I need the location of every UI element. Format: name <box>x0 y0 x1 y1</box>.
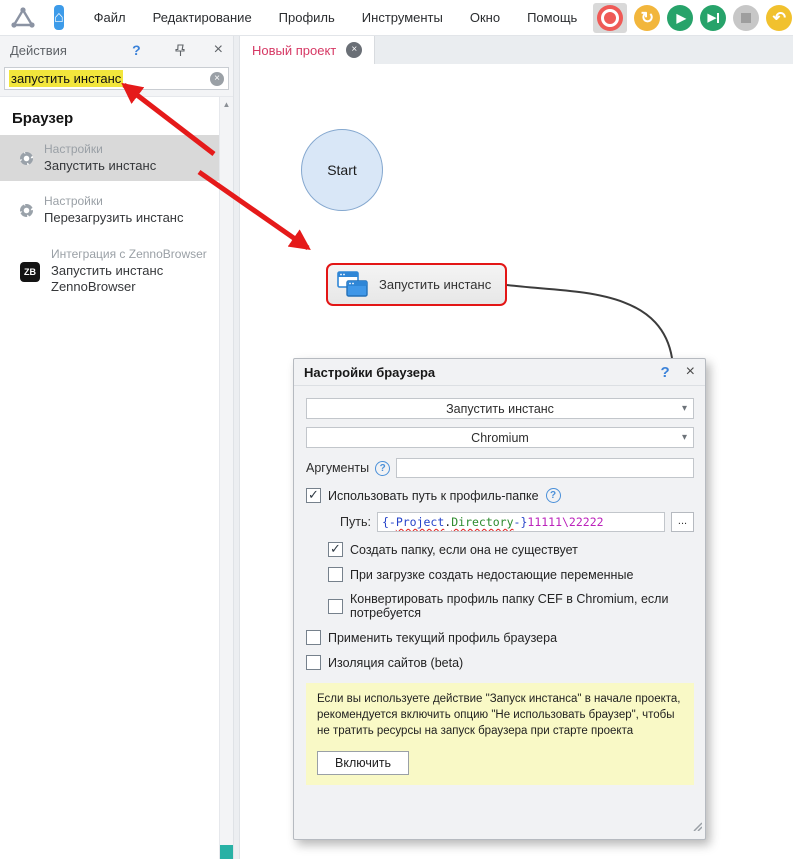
teal-accent-bar <box>220 845 233 859</box>
actions-search-row: запустить инстанс × <box>0 64 233 96</box>
recommendation-info-box: Если вы используете действие "Запуск инс… <box>306 683 694 785</box>
action-item-zennobrowser[interactable]: ZB Интеграция с ZennoBrowser Запустить и… <box>0 240 219 303</box>
arguments-input[interactable] <box>396 458 694 478</box>
action-item-restart-instance[interactable]: Настройки Перезагрузить инстанс <box>0 187 219 233</box>
use-profile-label: Использовать путь к профиль-папке <box>328 488 539 503</box>
step-button[interactable]: ▶ <box>700 4 727 31</box>
dialog-close-icon[interactable]: × <box>686 363 695 381</box>
browse-button[interactable]: ... <box>671 512 694 532</box>
action-item-launch-instance[interactable]: Настройки Запустить инстанс <box>0 135 219 182</box>
actions-list: Браузер Настройки Запустить инстанс Наст… <box>0 96 233 859</box>
undo-icon: ↶ <box>772 9 786 27</box>
action-item-label: Запустить инстанс ZennoBrowser <box>51 262 164 295</box>
titlebar: ⌂ Файл Редактирование Профиль Инструмент… <box>0 0 793 36</box>
browser-select[interactable]: Chromium <box>306 427 694 448</box>
actions-panel-title: Действия <box>10 42 67 58</box>
apply-profile-checkbox-row[interactable]: Применить текущий профиль браузера <box>306 630 694 645</box>
arguments-help-icon[interactable]: ? <box>375 460 391 476</box>
create-variables-checkbox[interactable] <box>328 567 343 582</box>
create-variables-checkbox-row[interactable]: При загрузке создать недостающие перемен… <box>328 567 694 582</box>
action-item-label: Перезагрузить инстанс <box>44 210 184 226</box>
menu-help[interactable]: Помощь <box>527 10 577 25</box>
create-folder-checkbox[interactable] <box>328 541 343 557</box>
tab-close-icon[interactable]: × <box>346 42 363 58</box>
menu-tools[interactable]: Инструменты <box>362 10 443 25</box>
gear-icon <box>20 204 33 218</box>
use-profile-checkbox[interactable] <box>306 487 321 503</box>
block-label: Запустить инстанс <box>379 277 492 292</box>
profile-help-icon[interactable]: ? <box>545 488 561 503</box>
action-item-category: Настройки <box>44 194 103 209</box>
info-text: Если вы используете действие "Запуск инс… <box>317 693 681 737</box>
play-icon: ▶ <box>676 10 686 25</box>
stop-button[interactable] <box>733 4 760 31</box>
record-button[interactable] <box>593 2 628 33</box>
actions-panel: Действия ? × запустить инстанс × Браузер… <box>0 36 233 859</box>
launch-instance-block[interactable]: Запустить инстанс <box>326 263 507 306</box>
action-item-category: Интеграция с ZennoBrowser <box>51 246 207 261</box>
tab-label: Новый проект <box>252 42 337 58</box>
tab-new-project[interactable]: Новый проект × <box>240 36 376 64</box>
panel-splitter[interactable] <box>233 36 240 859</box>
dialog-help-icon[interactable]: ? <box>660 364 669 381</box>
menubar: Файл Редактирование Профиль Инструменты … <box>94 10 578 25</box>
undo-button[interactable]: ↶ <box>766 4 793 31</box>
create-folder-checkbox-row[interactable]: Создать папку, если она не существует <box>328 541 694 557</box>
convert-cef-checkbox[interactable] <box>328 598 343 614</box>
menu-file[interactable]: Файл <box>94 10 126 25</box>
start-node-label: Start <box>327 162 357 178</box>
path-label: Путь: <box>340 515 371 529</box>
use-profile-checkbox-row[interactable]: Использовать путь к профиль-папке ? <box>306 487 694 503</box>
resize-grip[interactable] <box>690 818 703 836</box>
dialog-header[interactable]: Настройки браузера ? × <box>294 359 705 386</box>
menu-window[interactable]: Окно <box>470 10 500 25</box>
scroll-up-icon[interactable]: ▲ <box>220 97 233 109</box>
project-canvas-area: Новый проект × Start Запустить инстанс Н… <box>240 36 793 859</box>
tab-bar: Новый проект × <box>240 36 793 64</box>
search-clear-icon[interactable]: × <box>210 71 224 86</box>
play-button[interactable]: ▶ <box>667 4 694 31</box>
arguments-label: Аргументы <box>306 461 370 475</box>
site-isolation-checkbox[interactable] <box>306 655 321 670</box>
action-item-label: Запустить инстанс <box>44 157 157 173</box>
step-icon: ▶ <box>707 12 717 24</box>
gear-icon <box>20 151 33 165</box>
actions-search-input[interactable]: запустить инстанс × <box>4 67 229 90</box>
action-item-category: Настройки <box>44 142 103 156</box>
browser-windows-icon <box>337 271 368 297</box>
toolbar: ↻ ▶ ▶ ↶ ↷ <box>593 2 793 33</box>
app-window: ⌂ Файл Редактирование Профиль Инструмент… <box>0 0 793 859</box>
menu-edit[interactable]: Редактирование <box>153 10 252 25</box>
start-node[interactable]: Start <box>301 129 383 211</box>
site-isolation-checkbox-row[interactable]: Изоляция сайтов (beta) <box>306 655 694 670</box>
restart-button[interactable]: ↻ <box>634 4 661 31</box>
apply-profile-checkbox[interactable] <box>306 630 321 645</box>
menu-profile[interactable]: Профиль <box>279 10 335 25</box>
home-button[interactable]: ⌂ <box>54 5 64 30</box>
record-icon <box>597 4 624 31</box>
section-title: Браузер <box>12 110 74 127</box>
flowchart-workspace[interactable]: Start Запустить инстанс Настройки браузе… <box>240 64 793 859</box>
enable-button[interactable]: Включить <box>317 750 410 775</box>
panel-close-icon[interactable]: × <box>214 41 223 59</box>
app-logo-icon <box>10 5 36 31</box>
panel-help-icon[interactable]: ? <box>132 42 141 58</box>
path-input[interactable]: {-Project.Directory-}11111\22222 <box>376 512 665 532</box>
action-select[interactable]: Запустить инстанс <box>306 398 694 419</box>
convert-cef-checkbox-row[interactable]: Конвертировать профиль папку CEF в Chrom… <box>328 592 694 620</box>
zb-icon: ZB <box>20 261 40 282</box>
dialog-title: Настройки браузера <box>304 364 436 380</box>
restart-icon: ↻ <box>640 9 654 27</box>
browser-settings-dialog: Настройки браузера ? × Запустить инстанс… <box>293 358 706 840</box>
actions-scrollbar[interactable]: ▲ <box>219 97 233 859</box>
actions-panel-header: Действия ? × <box>0 36 233 64</box>
home-icon: ⌂ <box>54 8 64 26</box>
pin-icon[interactable] <box>175 43 186 57</box>
search-value: запустить инстанс <box>9 70 124 87</box>
